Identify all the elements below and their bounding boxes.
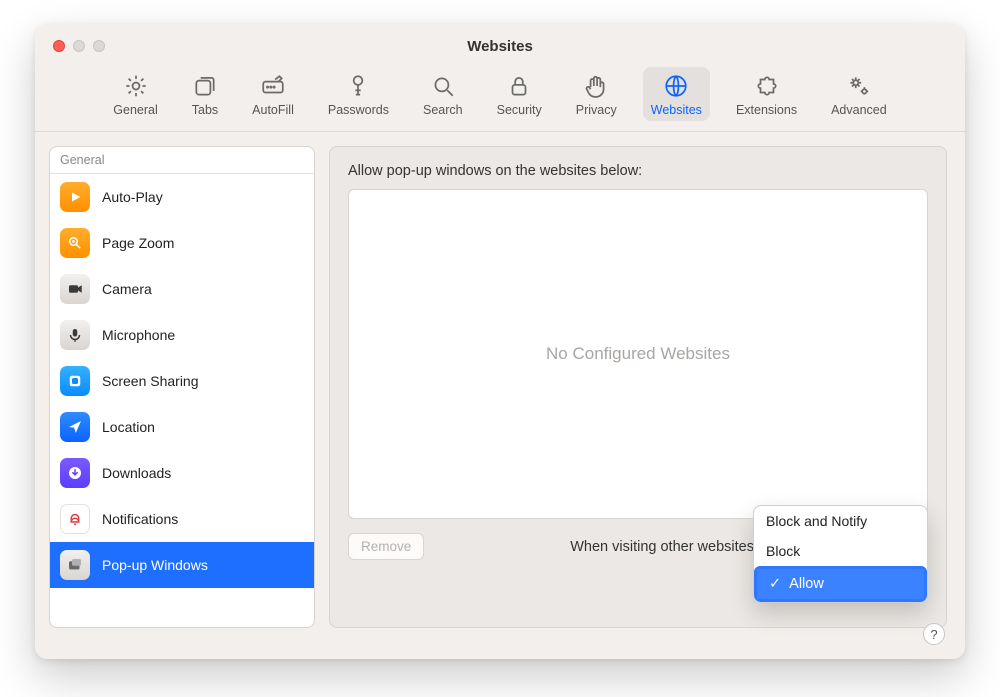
minimize-window-button[interactable] <box>73 40 85 52</box>
websites-list[interactable]: No Configured Websites <box>348 189 928 519</box>
location-icon <box>60 412 90 442</box>
remove-button[interactable]: Remove <box>348 533 424 560</box>
play-icon <box>60 182 90 212</box>
tab-label: AutoFill <box>252 103 294 117</box>
tab-privacy[interactable]: Privacy <box>568 67 625 121</box>
tab-label: Passwords <box>328 103 389 117</box>
tab-label: Extensions <box>736 103 797 117</box>
autofill-icon <box>260 73 286 99</box>
window-title: Websites <box>35 24 965 55</box>
menu-item-block[interactable]: Block <box>754 536 927 566</box>
gear-icon <box>123 73 149 99</box>
list-empty-text: No Configured Websites <box>546 344 730 364</box>
sidebar-item-popup-windows[interactable]: Pop-up Windows <box>50 542 314 588</box>
sidebar-section-header: General <box>50 147 314 174</box>
hand-icon <box>583 73 609 99</box>
sidebar-item-page-zoom[interactable]: Page Zoom <box>50 220 314 266</box>
tab-search[interactable]: Search <box>415 67 471 121</box>
preferences-toolbar: General Tabs AutoFill Passwords Search S… <box>35 67 965 132</box>
download-icon <box>60 458 90 488</box>
sidebar-item-downloads[interactable]: Downloads <box>50 450 314 496</box>
sidebar-item-screen-sharing[interactable]: Screen Sharing <box>50 358 314 404</box>
tab-label: Security <box>497 103 542 117</box>
tab-extensions[interactable]: Extensions <box>728 67 805 121</box>
camera-icon <box>60 274 90 304</box>
check-icon: ✓ <box>769 576 781 592</box>
menu-item-allow[interactable]: ✓ Allow <box>757 569 924 599</box>
tab-security[interactable]: Security <box>489 67 550 121</box>
tab-label: General <box>113 103 157 117</box>
zoom-icon <box>60 228 90 258</box>
tab-advanced[interactable]: Advanced <box>823 67 895 121</box>
bell-icon <box>60 504 90 534</box>
tabs-icon <box>192 73 218 99</box>
lock-icon <box>506 73 532 99</box>
sidebar-item-label: Location <box>102 419 155 435</box>
help-button[interactable]: ? <box>923 623 945 645</box>
tab-label: Search <box>423 103 463 117</box>
zoom-window-button[interactable] <box>93 40 105 52</box>
puzzle-icon <box>754 73 780 99</box>
tab-tabs[interactable]: Tabs <box>184 67 226 121</box>
tab-autofill[interactable]: AutoFill <box>244 67 302 121</box>
preferences-window: Websites General Tabs AutoFill Passwords… <box>35 24 965 659</box>
menu-item-label: Allow <box>789 576 824 592</box>
sidebar-item-label: Microphone <box>102 327 175 343</box>
mic-icon <box>60 320 90 350</box>
tab-label: Tabs <box>192 103 218 117</box>
tab-general[interactable]: General <box>105 67 165 121</box>
sidebar-item-label: Pop-up Windows <box>102 557 208 573</box>
sidebar-item-label: Auto-Play <box>102 189 163 205</box>
search-icon <box>430 73 456 99</box>
popup-icon <box>60 550 90 580</box>
sidebar-item-notifications[interactable]: Notifications <box>50 496 314 542</box>
tab-label: Websites <box>651 103 702 117</box>
sidebar: General Auto-Play Page Zoom Camera Micro… <box>49 146 315 628</box>
sidebar-item-label: Notifications <box>102 511 178 527</box>
menu-item-block-and-notify[interactable]: Block and Notify <box>754 506 927 536</box>
tab-label: Advanced <box>831 103 887 117</box>
window-controls <box>53 40 105 52</box>
tab-websites[interactable]: Websites <box>643 67 710 121</box>
sidebar-item-label: Screen Sharing <box>102 373 199 389</box>
key-icon <box>345 73 371 99</box>
close-window-button[interactable] <box>53 40 65 52</box>
sidebar-item-auto-play[interactable]: Auto-Play <box>50 174 314 220</box>
sidebar-item-location[interactable]: Location <box>50 404 314 450</box>
policy-dropdown-menu: Block and Notify Block ✓ Allow <box>753 505 928 603</box>
tab-label: Privacy <box>576 103 617 117</box>
sidebar-item-label: Page Zoom <box>102 235 174 251</box>
sidebar-item-camera[interactable]: Camera <box>50 266 314 312</box>
sidebar-item-label: Camera <box>102 281 152 297</box>
tab-passwords[interactable]: Passwords <box>320 67 397 121</box>
main-caption: Allow pop-up windows on the websites bel… <box>348 163 928 179</box>
sidebar-item-microphone[interactable]: Microphone <box>50 312 314 358</box>
gears-icon <box>846 73 872 99</box>
main-panel: Allow pop-up windows on the websites bel… <box>329 146 947 628</box>
globe-icon <box>663 73 689 99</box>
screenshare-icon <box>60 366 90 396</box>
sidebar-item-label: Downloads <box>102 465 171 481</box>
